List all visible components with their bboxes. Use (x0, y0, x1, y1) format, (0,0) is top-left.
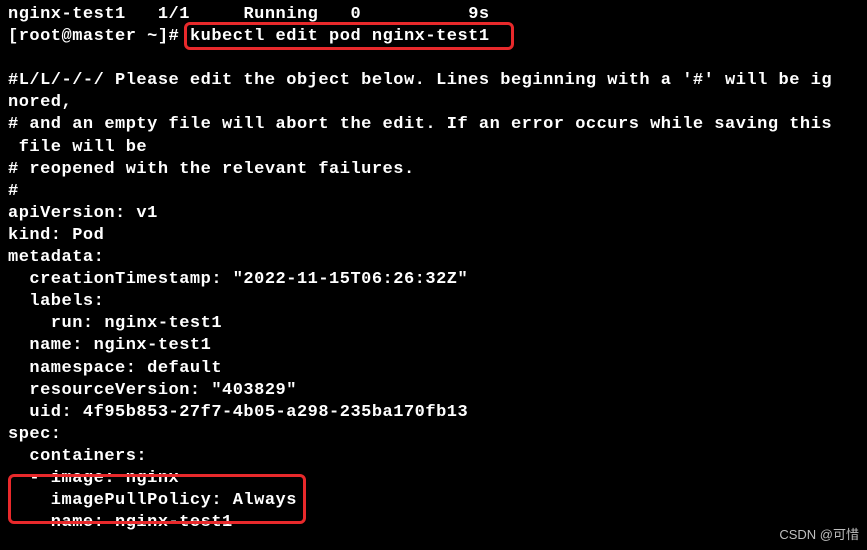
watermark-text: CSDN @可惜 (779, 527, 859, 544)
yaml-creation-timestamp[interactable]: creationTimestamp: "2022-11-15T06:26:32Z… (8, 269, 859, 291)
command-text: kubectl edit pod nginx-test1 (190, 27, 490, 46)
editor-comment: file will be (8, 137, 859, 159)
editor-comment: nored, (8, 92, 859, 114)
editor-comment: # and an empty file will abort the edit.… (8, 114, 859, 136)
yaml-containers[interactable]: containers: (8, 446, 859, 468)
editor-comment: # (8, 181, 859, 203)
yaml-namespace[interactable]: namespace: default (8, 358, 859, 380)
editor-comment: #L/L/-/-/ Please edit the object below. … (8, 70, 859, 92)
yaml-run-label[interactable]: run: nginx-test1 (8, 313, 859, 335)
prompt-user-host: [root@master ~]# (8, 27, 179, 46)
pod-status-line: nginx-test1 1/1 Running 0 9s (8, 4, 859, 26)
editor-comment: # reopened with the relevant failures. (8, 159, 859, 181)
yaml-name[interactable]: name: nginx-test1 (8, 335, 859, 357)
yaml-apiversion[interactable]: apiVersion: v1 (8, 203, 859, 225)
yaml-labels[interactable]: labels: (8, 291, 859, 313)
yaml-metadata[interactable]: metadata: (8, 247, 859, 269)
yaml-spec[interactable]: spec: (8, 424, 859, 446)
yaml-image[interactable]: - image: nginx (8, 468, 859, 490)
yaml-image-pull-policy[interactable]: imagePullPolicy: Always (8, 490, 859, 512)
blank-line (8, 48, 859, 70)
yaml-uid[interactable]: uid: 4f95b853-27f7-4b05-a298-235ba170fb1… (8, 402, 859, 424)
prompt-line[interactable]: [root@master ~]# kubectl edit pod nginx-… (8, 26, 859, 48)
yaml-resource-version[interactable]: resourceVersion: "403829" (8, 380, 859, 402)
yaml-container-name[interactable]: name: nginx-test1 (8, 512, 859, 534)
yaml-kind[interactable]: kind: Pod (8, 225, 859, 247)
